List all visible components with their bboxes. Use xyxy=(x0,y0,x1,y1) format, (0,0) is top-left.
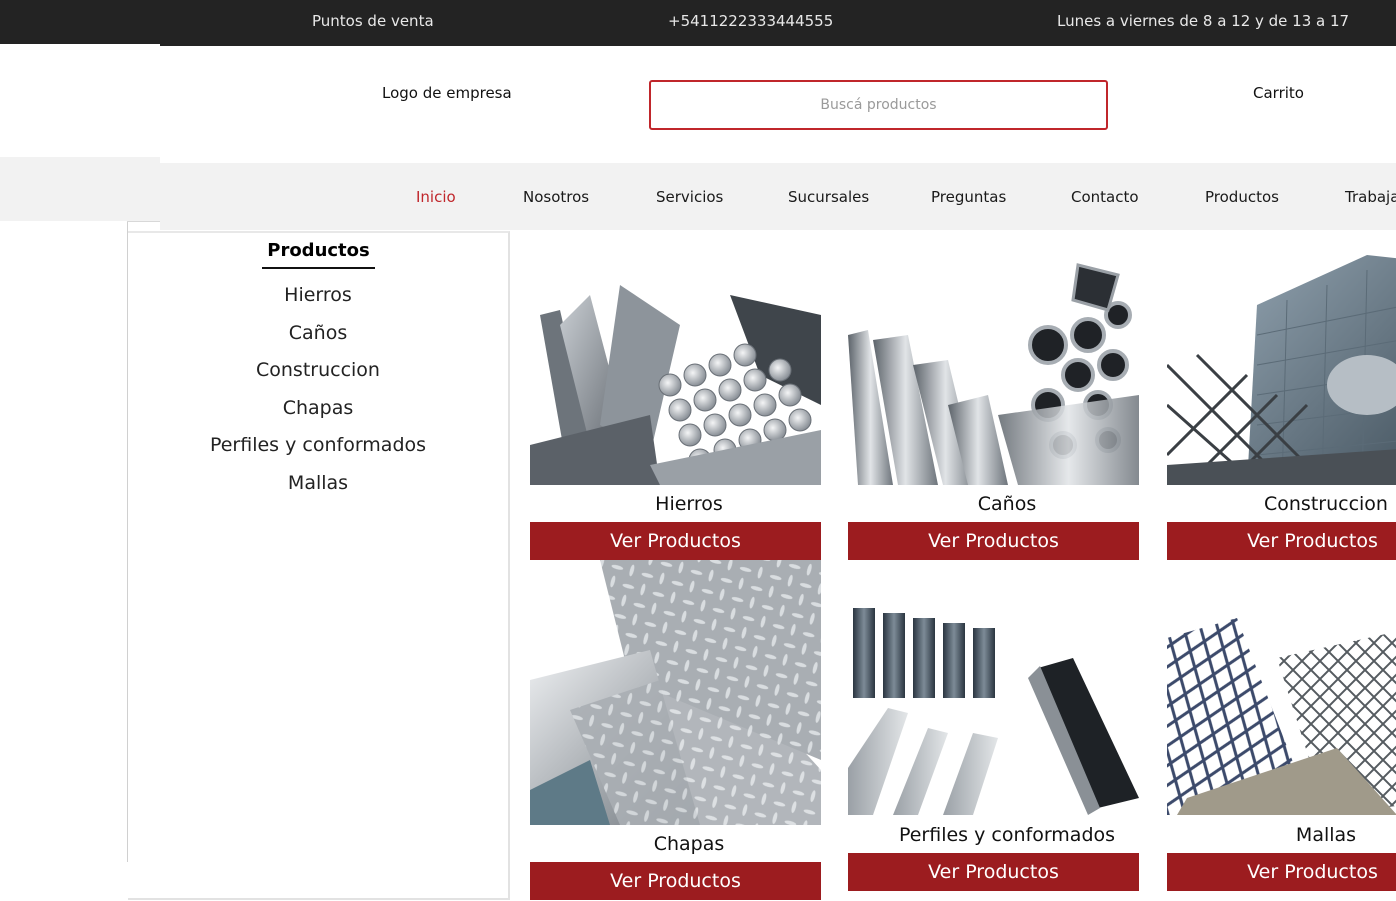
points-of-sale-link[interactable]: Puntos de venta xyxy=(312,12,434,30)
view-products-button[interactable]: Ver Productos xyxy=(848,853,1139,891)
category-item-construccion[interactable]: Construccion xyxy=(128,356,508,394)
search-input[interactable] xyxy=(651,82,1106,128)
phone-number[interactable]: +5411222333444555 xyxy=(668,12,833,30)
header-left-fill xyxy=(0,46,160,156)
view-products-button[interactable]: Ver Productos xyxy=(848,522,1139,560)
divider xyxy=(127,221,160,222)
view-products-button[interactable]: Ver Productos xyxy=(1167,522,1396,560)
nav-item-productos[interactable]: Productos xyxy=(1205,188,1279,206)
search-box[interactable] xyxy=(649,80,1108,130)
view-products-button[interactable]: Ver Productos xyxy=(1167,853,1396,891)
product-title: Mallas xyxy=(1295,824,1357,846)
category-list: Hierros Caños Construccion Chapas Perfil… xyxy=(128,281,508,506)
nav-item-servicios[interactable]: Servicios xyxy=(656,188,723,206)
category-sidebar: Productos Hierros Caños Construccion Cha… xyxy=(128,231,510,900)
product-title: Chapas xyxy=(653,833,725,855)
product-title: Hierros xyxy=(655,493,723,515)
category-item-mallas[interactable]: Mallas xyxy=(128,469,508,507)
construction-steel-image[interactable] xyxy=(1167,255,1396,485)
category-item-chapas[interactable]: Chapas xyxy=(128,394,508,432)
main-nav: Inicio Nosotros Servicios Sucursales Pre… xyxy=(160,163,1396,230)
cart-link[interactable]: Carrito xyxy=(1253,84,1304,102)
nav-item-contacto[interactable]: Contacto xyxy=(1071,188,1139,206)
product-title: Caños xyxy=(977,493,1037,515)
category-item-canos[interactable]: Caños xyxy=(128,319,508,357)
steel-profiles-image[interactable] xyxy=(848,598,1139,815)
company-logo[interactable]: Logo de empresa xyxy=(382,84,512,102)
steel-sheets-image[interactable] xyxy=(530,560,821,825)
category-item-perfiles[interactable]: Perfiles y conformados xyxy=(128,431,508,469)
nav-item-nosotros[interactable]: Nosotros xyxy=(523,188,589,206)
view-products-button[interactable]: Ver Productos xyxy=(530,862,821,900)
steel-pipes-image[interactable] xyxy=(848,255,1139,485)
category-item-hierros[interactable]: Hierros xyxy=(128,281,508,319)
top-info-bar: Puntos de venta +5411222333444555 Lunes … xyxy=(0,0,1396,46)
steel-mesh-image[interactable] xyxy=(1167,598,1396,815)
nav-item-sucursales[interactable]: Sucursales xyxy=(788,188,869,206)
product-title: Perfiles y conformados xyxy=(898,824,1116,846)
nav-item-inicio[interactable]: Inicio xyxy=(416,188,456,206)
nav-item-trabaja[interactable]: Trabaja xyxy=(1345,188,1396,206)
business-hours: Lunes a viernes de 8 a 12 y de 13 a 17 xyxy=(1057,12,1350,30)
nav-item-preguntas[interactable]: Preguntas xyxy=(931,188,1006,206)
sidebar-title: Productos xyxy=(262,240,375,269)
product-title: Construccion xyxy=(1264,493,1388,515)
steel-bars-image[interactable] xyxy=(530,255,821,485)
nav-left-strip xyxy=(0,157,160,221)
view-products-button[interactable]: Ver Productos xyxy=(530,522,821,560)
